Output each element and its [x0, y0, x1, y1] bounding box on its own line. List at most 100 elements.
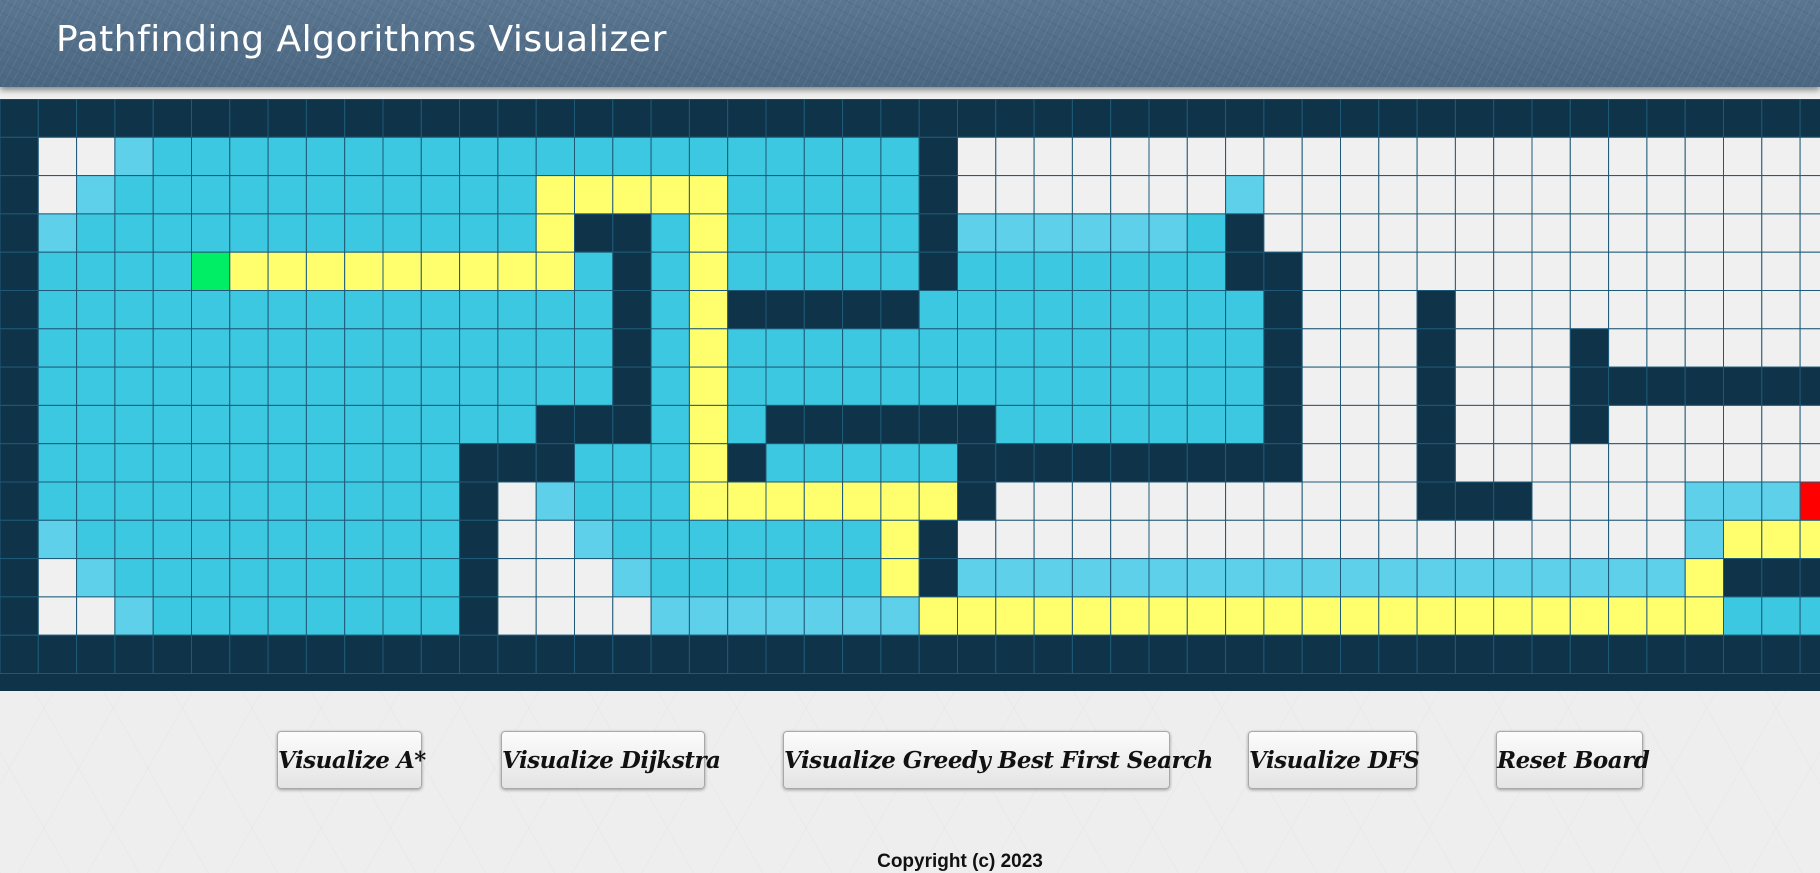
wall-cell[interactable]	[1493, 634, 1533, 675]
wall-cell[interactable]	[1646, 99, 1686, 138]
wall-cell[interactable]	[344, 99, 384, 138]
visited-cell[interactable]	[152, 481, 192, 521]
empty-cell[interactable]	[1186, 481, 1227, 521]
visited-cell[interactable]	[650, 213, 690, 253]
visited-cell[interactable]	[1723, 481, 1763, 521]
visited-cell[interactable]	[574, 290, 614, 330]
wall-cell[interactable]	[1454, 634, 1495, 675]
empty-cell[interactable]	[1340, 366, 1380, 406]
empty-cell[interactable]	[1148, 519, 1188, 560]
visited-cell[interactable]	[420, 404, 461, 445]
empty-cell[interactable]	[1186, 519, 1227, 560]
empty-cell[interactable]	[1799, 404, 1820, 445]
wall-cell[interactable]	[1761, 366, 1801, 406]
wall-cell[interactable]	[1761, 558, 1801, 598]
wall-cell[interactable]	[1340, 634, 1380, 675]
visited-cell[interactable]	[497, 175, 537, 215]
visited-cell[interactable]	[803, 328, 844, 368]
empty-cell[interactable]	[1493, 290, 1533, 330]
wall-cell[interactable]	[957, 634, 997, 675]
empty-cell[interactable]	[1608, 328, 1648, 368]
visited-cell[interactable]	[957, 558, 997, 598]
visited-cell[interactable]	[344, 328, 384, 368]
visited-cell[interactable]	[842, 519, 882, 560]
path-cell[interactable]	[688, 366, 729, 406]
visited-cell[interactable]	[995, 366, 1035, 406]
visited-cell[interactable]	[267, 443, 307, 483]
wall-cell[interactable]	[1225, 634, 1265, 675]
visited-cell[interactable]	[191, 443, 231, 483]
empty-cell[interactable]	[1416, 175, 1456, 215]
visited-cell[interactable]	[727, 213, 767, 253]
empty-cell[interactable]	[1646, 213, 1686, 253]
empty-cell[interactable]	[1378, 251, 1418, 291]
empty-cell[interactable]	[995, 175, 1035, 215]
visited-cell[interactable]	[229, 519, 269, 560]
empty-cell[interactable]	[1608, 443, 1648, 483]
wall-cell[interactable]	[1301, 634, 1341, 675]
visited-cell[interactable]	[459, 213, 499, 253]
visited-cell[interactable]	[37, 404, 78, 445]
visited-cell[interactable]	[1033, 366, 1073, 406]
empty-cell[interactable]	[1646, 404, 1686, 445]
path-cell[interactable]	[1569, 596, 1610, 636]
wall-cell[interactable]	[37, 99, 78, 138]
visited-cell[interactable]	[842, 366, 882, 406]
wall-cell[interactable]	[918, 519, 959, 560]
visited-cell[interactable]	[229, 290, 269, 330]
visited-cell[interactable]	[229, 175, 269, 215]
path-cell[interactable]	[497, 251, 537, 291]
path-cell[interactable]	[688, 213, 729, 253]
visited-cell[interactable]	[497, 328, 537, 368]
wall-cell[interactable]	[267, 99, 307, 138]
visited-cell[interactable]	[1033, 404, 1073, 445]
empty-cell[interactable]	[1071, 481, 1112, 521]
visited-cell[interactable]	[1531, 558, 1571, 598]
visited-cell[interactable]	[37, 481, 78, 521]
wall-cell[interactable]	[0, 519, 39, 560]
visited-cell[interactable]	[37, 519, 78, 560]
empty-cell[interactable]	[1646, 136, 1686, 177]
path-cell[interactable]	[880, 519, 920, 560]
visited-cell[interactable]	[76, 519, 116, 560]
visited-cell[interactable]	[842, 558, 882, 598]
wall-cell[interactable]	[1301, 99, 1341, 138]
visited-cell[interactable]	[765, 443, 805, 483]
visited-cell[interactable]	[1569, 558, 1610, 598]
visited-cell[interactable]	[842, 136, 882, 177]
empty-cell[interactable]	[1378, 175, 1418, 215]
visited-cell[interactable]	[1225, 558, 1265, 598]
wall-cell[interactable]	[957, 443, 997, 483]
visited-cell[interactable]	[152, 558, 192, 598]
empty-cell[interactable]	[1301, 366, 1341, 406]
empty-cell[interactable]	[995, 136, 1035, 177]
wall-cell[interactable]	[152, 99, 192, 138]
wall-cell[interactable]	[1569, 404, 1610, 445]
visited-cell[interactable]	[305, 481, 346, 521]
empty-cell[interactable]	[1531, 404, 1571, 445]
wall-cell[interactable]	[688, 99, 729, 138]
visited-cell[interactable]	[229, 404, 269, 445]
visited-cell[interactable]	[918, 290, 959, 330]
wall-cell[interactable]	[1186, 99, 1227, 138]
visited-cell[interactable]	[152, 366, 192, 406]
empty-cell[interactable]	[1761, 290, 1801, 330]
empty-cell[interactable]	[1684, 175, 1724, 215]
empty-cell[interactable]	[1493, 519, 1533, 560]
wall-cell[interactable]	[0, 366, 39, 406]
empty-cell[interactable]	[1186, 136, 1227, 177]
empty-cell[interactable]	[612, 596, 652, 636]
visited-cell[interactable]	[1148, 366, 1188, 406]
wall-cell[interactable]	[612, 634, 652, 675]
empty-cell[interactable]	[1493, 366, 1533, 406]
empty-cell[interactable]	[1301, 404, 1341, 445]
visited-cell[interactable]	[76, 481, 116, 521]
empty-cell[interactable]	[1301, 443, 1341, 483]
visited-cell[interactable]	[995, 251, 1035, 291]
visited-cell[interactable]	[305, 175, 346, 215]
start-node[interactable]	[191, 251, 231, 291]
empty-cell[interactable]	[574, 558, 614, 598]
empty-cell[interactable]	[1340, 404, 1380, 445]
visited-cell[interactable]	[842, 213, 882, 253]
visited-cell[interactable]	[267, 519, 307, 560]
